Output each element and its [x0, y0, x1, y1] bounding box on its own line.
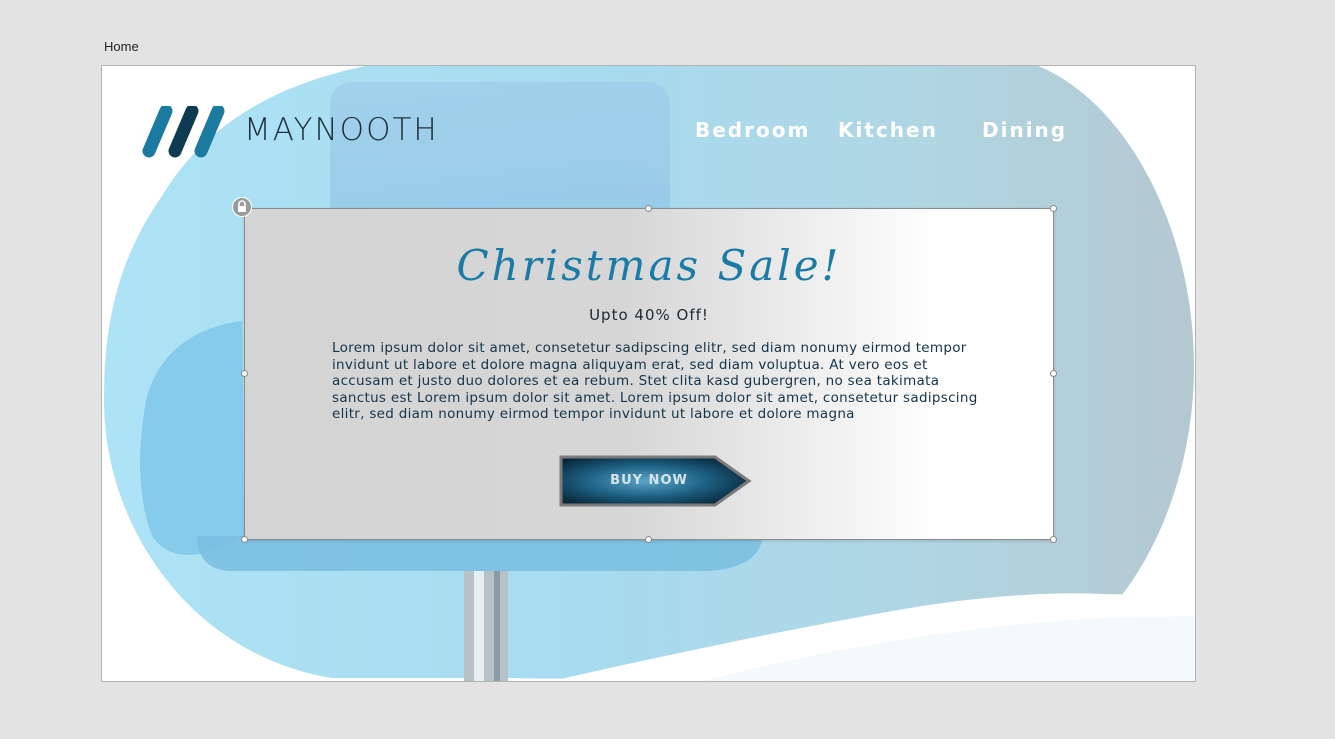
sale-subtitle: Upto 40% Off! [589, 306, 709, 324]
resize-handle[interactable] [241, 536, 248, 543]
sale-body-text: Lorem ipsum dolor sit amet, consetetur s… [332, 340, 978, 423]
slanted-bars-logo [142, 106, 225, 158]
nav-kitchen[interactable]: Kitchen [838, 118, 938, 142]
brand-name: MAYNOOTH [244, 112, 439, 148]
resize-handle[interactable] [1050, 205, 1057, 212]
resize-handle[interactable] [645, 536, 652, 543]
buy-now-button[interactable]: BUY NOW [559, 455, 754, 509]
resize-handle[interactable] [645, 205, 652, 212]
sale-banner[interactable]: Christmas Sale! Upto 40% Off! Lorem ipsu… [244, 208, 1054, 540]
lock-icon[interactable] [232, 197, 252, 217]
resize-handle[interactable] [241, 370, 248, 377]
resize-handle[interactable] [1050, 370, 1057, 377]
artboard: MAYNOOTH Bedroom Kitchen Dining Christma… [101, 65, 1196, 682]
buy-now-label: BUY NOW [610, 473, 688, 488]
sale-title: Christmas Sale! [456, 241, 842, 290]
nav-dining[interactable]: Dining [982, 118, 1067, 142]
page-label: Home [104, 39, 139, 54]
resize-handle[interactable] [1050, 536, 1057, 543]
nav-bedroom[interactable]: Bedroom [695, 118, 810, 142]
